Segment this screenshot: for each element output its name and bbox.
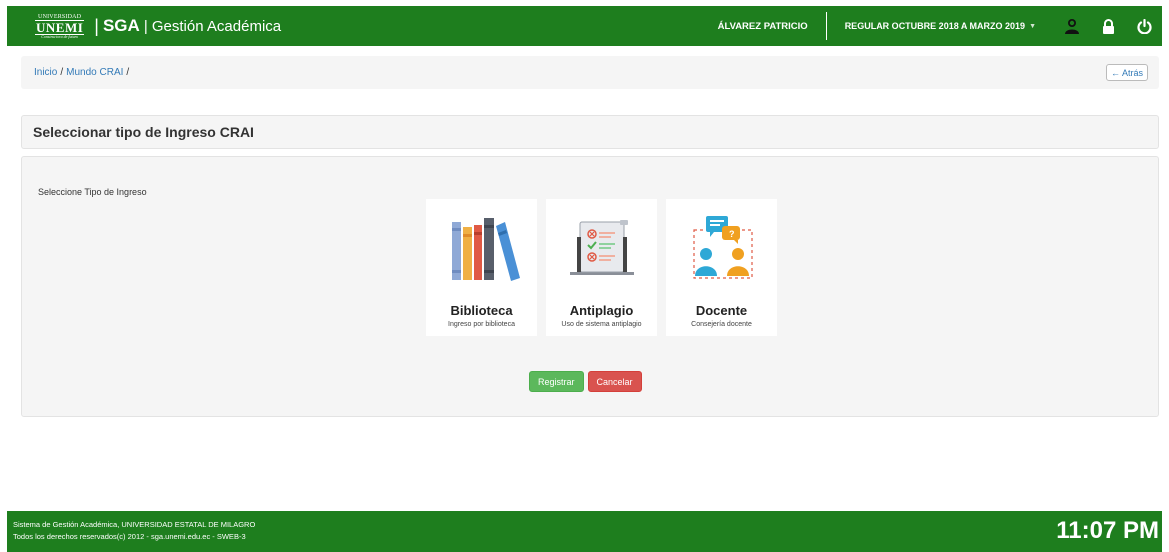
top-navbar: UNIVERSIDAD UNEMI Constructora de futuro…: [7, 6, 1162, 46]
card-title: Docente: [695, 303, 748, 318]
page-title: Seleccionar tipo de Ingreso CRAI: [33, 124, 254, 140]
clock: 11:07 PM: [1056, 517, 1159, 544]
section-header: Seleccionar tipo de Ingreso CRAI: [21, 115, 1159, 149]
card-title: Biblioteca: [450, 303, 513, 318]
power-icon[interactable]: [1126, 6, 1162, 46]
lock-icon[interactable]: [1090, 6, 1126, 46]
breadcrumb-separator: /: [60, 67, 64, 78]
register-button[interactable]: Registrar: [529, 371, 584, 392]
ingreso-options: Biblioteca Ingreso por biblioteca Antipl…: [426, 199, 777, 336]
card-subtitle: Uso de sistema antiplagio: [561, 321, 642, 328]
breadcrumb-mundo-crai[interactable]: Mundo CRAI: [66, 67, 123, 78]
card-title: Antiplagio: [569, 303, 634, 318]
user-name[interactable]: ÁLVAREZ PATRICIO: [700, 12, 827, 40]
breadcrumb-separator: /: [126, 67, 130, 78]
logo-line3: Constructora de futuro: [41, 33, 79, 39]
arrow-left-icon: ←: [1110, 67, 1120, 78]
checklist-icon: [546, 199, 657, 295]
svg-text:?: ?: [729, 229, 735, 239]
chevron-down-icon: ▼: [1029, 22, 1036, 30]
books-icon: [426, 199, 537, 295]
brand-short: SGA: [102, 16, 140, 35]
period-dropdown[interactable]: REGULAR OCTUBRE 2018 A MARZO 2019 ▼: [827, 21, 1054, 31]
brand[interactable]: UNIVERSIDAD UNEMI Constructora de futuro…: [7, 6, 281, 46]
card-biblioteca[interactable]: Biblioteca Ingreso por biblioteca: [426, 199, 537, 336]
back-label: Atrás: [1121, 67, 1143, 78]
card-subtitle: Ingreso por biblioteca: [448, 321, 515, 328]
main-panel: Seleccione Tipo de Ingreso Biblioteca In…: [21, 156, 1159, 417]
footer-system-name: Sistema de Gestión Académica, UNIVERSIDA…: [13, 520, 256, 529]
back-button[interactable]: ← Atrás: [1105, 64, 1148, 81]
footer-copyright: Todos los derechos reservados(c) 2012 - …: [13, 532, 246, 541]
brand-separator: |: [94, 15, 99, 36]
card-subtitle: Consejería docente: [691, 321, 752, 328]
cancel-button[interactable]: Cancelar: [587, 371, 642, 392]
form-actions: Registrar Cancelar: [529, 371, 642, 392]
unemi-logo: UNIVERSIDAD UNEMI Constructora de futuro: [35, 14, 85, 39]
breadcrumb: Inicio / Mundo CRAI / ← Atrás: [21, 56, 1159, 89]
card-docente[interactable]: ? Docente Consejería docente: [666, 199, 777, 336]
breadcrumb-inicio[interactable]: Inicio: [34, 67, 57, 78]
consultation-icon: ?: [666, 199, 777, 295]
brand-title: | Gestión Académica: [143, 17, 282, 35]
select-type-label: Seleccione Tipo de Ingreso: [38, 187, 147, 197]
user-icon[interactable]: [1054, 6, 1090, 46]
logo-line2: UNEMI: [35, 19, 85, 35]
period-label: REGULAR OCTUBRE 2018 A MARZO 2019: [844, 21, 1026, 31]
footer: Sistema de Gestión Académica, UNIVERSIDA…: [7, 511, 1162, 552]
card-antiplagio[interactable]: Antiplagio Uso de sistema antiplagio: [546, 199, 657, 336]
